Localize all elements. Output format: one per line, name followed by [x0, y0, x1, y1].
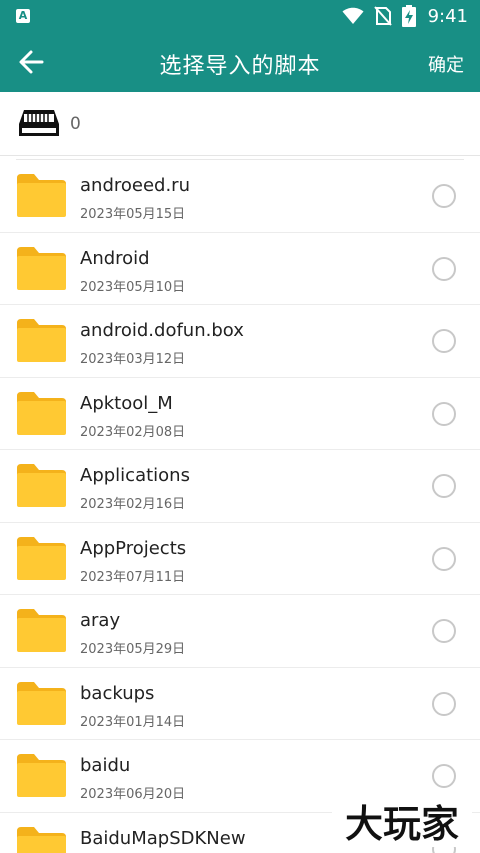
status-icons: 9:41	[342, 4, 468, 28]
select-radio[interactable]	[432, 329, 456, 353]
hard-drive-icon	[19, 110, 59, 136]
notification-app-icon: A	[16, 9, 30, 23]
select-radio[interactable]	[432, 546, 456, 571]
file-date: 2023年05月15日	[80, 207, 186, 222]
select-radio[interactable]	[432, 474, 456, 498]
watermark-text: 大玩家	[345, 802, 459, 846]
folder-icon	[17, 174, 66, 217]
file-date: 2023年01月14日	[80, 714, 186, 730]
file-date: 2023年07月11日	[80, 569, 186, 585]
select-radio[interactable]	[432, 691, 456, 716]
file-date: 2023年02月08日	[80, 424, 186, 440]
file-name: androeed.ru	[80, 175, 190, 196]
list-item[interactable]: Android 2023年05月10日	[0, 233, 480, 305]
file-name: Applications	[80, 465, 190, 486]
folder-icon	[17, 754, 66, 797]
list-item[interactable]: AppProjects 2023年07月11日	[0, 523, 480, 595]
file-name: backups	[80, 682, 155, 704]
file-date: 2023年03月12日	[80, 352, 186, 367]
file-name: android.dofun.box	[80, 320, 244, 341]
select-radio[interactable]	[432, 184, 456, 208]
status-time: 9:41	[427, 5, 468, 27]
folder-icon	[17, 319, 66, 362]
file-date: 2023年02月16日	[80, 497, 186, 512]
file-name: AppProjects	[80, 537, 187, 559]
list-item[interactable]: backups 2023年01月14日	[0, 668, 480, 740]
storage-count: 0	[70, 114, 81, 134]
select-radio[interactable]	[432, 401, 456, 426]
select-radio[interactable]	[432, 764, 456, 788]
folder-icon	[17, 536, 66, 580]
list-item[interactable]: Applications 2023年02月16日	[0, 450, 480, 523]
file-name: Android	[80, 247, 150, 269]
page-title: 选择导入的脚本	[159, 54, 321, 79]
no-sim-icon	[373, 6, 392, 26]
file-name: aray	[80, 610, 121, 631]
list-item[interactable]: androeed.ru 2023年05月15日	[0, 160, 480, 233]
list-item[interactable]: Apktool_M 2023年02月08日	[0, 378, 480, 450]
file-name: Apktool_M	[80, 392, 173, 414]
folder-icon	[17, 826, 66, 853]
file-date: 2023年05月29日	[80, 642, 186, 657]
select-radio[interactable]	[432, 256, 456, 281]
file-name: baidu	[80, 755, 131, 776]
file-name: BaiduMapSDKNew	[80, 827, 246, 849]
folder-icon	[17, 246, 66, 290]
file-list: androeed.ru 2023年05月15日 Android 2023年05月…	[0, 160, 480, 853]
file-date: 2023年06月20日	[80, 787, 186, 802]
folder-icon	[17, 391, 66, 435]
battery-charging-icon	[401, 5, 416, 27]
folder-icon	[17, 464, 66, 507]
folder-icon	[17, 681, 66, 725]
watermark-logo: 大玩家	[332, 799, 472, 847]
select-radio[interactable]	[432, 619, 456, 643]
status-bar: A 9:41	[0, 0, 480, 32]
file-date: 2023年05月10日	[80, 279, 186, 295]
folder-icon	[17, 609, 66, 652]
wifi-icon	[342, 7, 364, 24]
storage-header[interactable]: 0	[0, 92, 480, 156]
list-item[interactable]: android.dofun.box 2023年03月12日	[0, 305, 480, 378]
app-bar: 选择导入的脚本 确定	[0, 32, 480, 92]
list-item[interactable]: aray 2023年05月29日	[0, 595, 480, 668]
confirm-button[interactable]: 确定	[428, 51, 464, 77]
